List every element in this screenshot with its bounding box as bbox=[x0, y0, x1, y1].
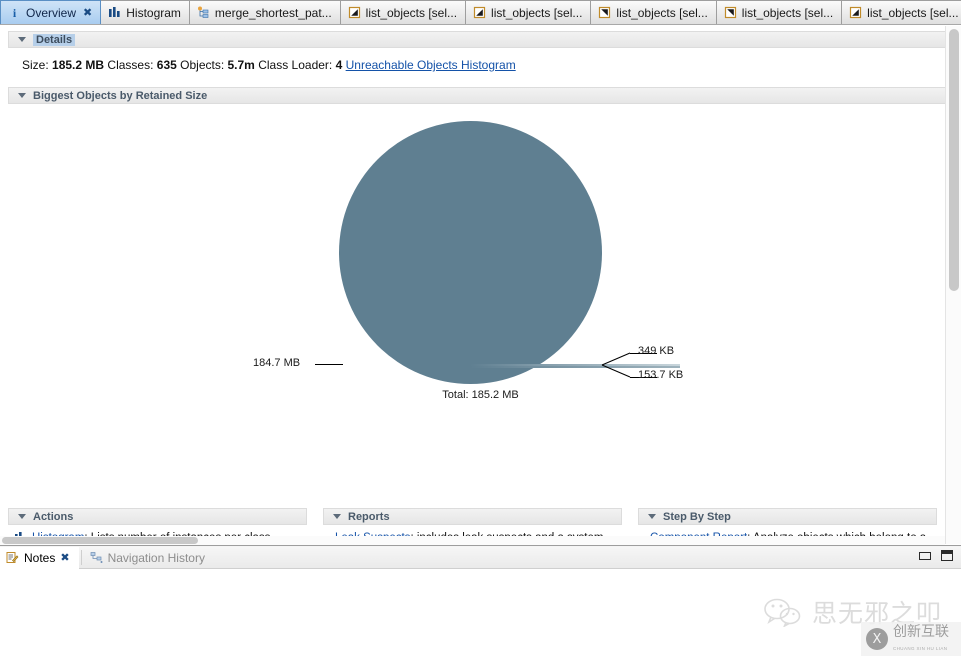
classloader-value: 4 bbox=[335, 58, 343, 72]
navigation-history-icon bbox=[90, 551, 103, 564]
pie-label-184-7-mb: 184.7 MB bbox=[253, 357, 301, 369]
collapse-twisty-icon[interactable] bbox=[648, 514, 656, 519]
tab-list-objects-4[interactable]: list_objects [sel... bbox=[715, 0, 843, 24]
details-header-label: Details bbox=[33, 33, 76, 46]
list-objects-icon bbox=[473, 6, 486, 19]
tab-label: Histogram bbox=[126, 5, 181, 20]
tab-list-objects-3[interactable]: list_objects [sel... bbox=[590, 0, 717, 24]
collapse-twisty-icon[interactable] bbox=[18, 93, 26, 98]
collapse-twisty-icon[interactable] bbox=[18, 514, 26, 519]
reports-header[interactable]: Reports bbox=[323, 508, 622, 525]
list-objects-icon bbox=[598, 6, 611, 19]
notes-text-area[interactable] bbox=[0, 569, 961, 656]
vertical-scrollbar-thumb[interactable] bbox=[949, 29, 959, 291]
notes-icon bbox=[6, 551, 19, 564]
pie-label-349-kb: 349 KB bbox=[638, 345, 675, 357]
actions-header-label: Actions bbox=[33, 510, 74, 523]
merge-paths-icon bbox=[197, 6, 210, 19]
actions-header[interactable]: Actions bbox=[8, 508, 307, 525]
tab-label: Overview bbox=[26, 5, 77, 20]
tab-divider bbox=[80, 550, 82, 565]
collapse-twisty-icon[interactable] bbox=[18, 37, 26, 42]
size-label: Size: bbox=[22, 58, 49, 72]
tab-list-objects-5[interactable]: list_objects [sel... bbox=[841, 0, 961, 24]
biggest-objects-section-header[interactable]: Biggest Objects by Retained Size bbox=[8, 87, 953, 104]
classloader-label: Class Loader: bbox=[258, 58, 333, 72]
bottom-tab-label: Notes bbox=[24, 550, 56, 565]
histogram-icon bbox=[108, 6, 121, 19]
step-by-step-header[interactable]: Step By Step bbox=[638, 508, 937, 525]
editor-tab-bar: i Overview ✖ Histogram merge_shortest_pa… bbox=[0, 0, 961, 25]
tab-label: merge_shortest_pat... bbox=[214, 5, 332, 20]
collapse-twisty-icon[interactable] bbox=[333, 514, 341, 519]
tab-label: list_objects [sel... bbox=[741, 5, 834, 20]
tab-label: list_objects [sel... bbox=[365, 5, 458, 20]
horizontal-scrollbar[interactable] bbox=[0, 536, 945, 545]
bottom-view-stack: Notes ✖ Navigation History bbox=[0, 546, 961, 656]
list-objects-icon bbox=[724, 6, 737, 19]
tab-overview[interactable]: i Overview ✖ bbox=[0, 0, 102, 24]
details-summary-line: Size: 185.2 MB Classes: 635 Objects: 5.7… bbox=[0, 48, 961, 72]
pie-main-slice bbox=[339, 121, 602, 384]
overview-editor: Details Size: 185.2 MB Classes: 635 Obje… bbox=[0, 25, 961, 546]
tab-histogram[interactable]: Histogram bbox=[100, 0, 190, 24]
tab-notes[interactable]: Notes ✖ bbox=[0, 546, 79, 569]
unreachable-objects-histogram-link[interactable]: Unreachable Objects Histogram bbox=[346, 58, 516, 72]
pie-total-label: Total: 185.2 MB bbox=[442, 389, 519, 401]
list-objects-icon bbox=[348, 6, 361, 19]
vertical-scrollbar[interactable] bbox=[945, 26, 961, 544]
minimize-icon[interactable] bbox=[919, 551, 931, 560]
bottom-tab-label: Navigation History bbox=[107, 550, 205, 565]
close-icon[interactable]: ✖ bbox=[83, 7, 92, 18]
maximize-icon[interactable] bbox=[941, 550, 953, 561]
biggest-objects-header-label: Biggest Objects by Retained Size bbox=[33, 89, 208, 102]
tab-list-objects-2[interactable]: list_objects [sel... bbox=[465, 0, 592, 24]
bottom-tab-bar: Notes ✖ Navigation History bbox=[0, 546, 961, 569]
close-icon[interactable]: ✖ bbox=[60, 551, 69, 564]
svg-text:i: i bbox=[13, 6, 17, 19]
objects-label: Objects: bbox=[180, 58, 225, 72]
objects-value: 5.7m bbox=[227, 58, 255, 72]
retained-size-pie-chart[interactable]: 184.7 MB 349 KB 153.7 KB Total: 185.2 MB bbox=[0, 106, 961, 451]
tab-merge-shortest-paths[interactable]: merge_shortest_pat... bbox=[188, 0, 341, 24]
mat-overview-window: i Overview ✖ Histogram merge_shortest_pa… bbox=[0, 0, 961, 656]
pie-label-153-7-kb: 153.7 KB bbox=[638, 369, 684, 381]
list-objects-icon bbox=[849, 6, 862, 19]
tab-label: list_objects [sel... bbox=[867, 5, 959, 20]
step-by-step-header-label: Step By Step bbox=[663, 510, 731, 523]
tab-label: list_objects [sel... bbox=[616, 5, 708, 20]
tab-navigation-history[interactable]: Navigation History bbox=[84, 547, 214, 569]
horizontal-scrollbar-thumb[interactable] bbox=[2, 537, 198, 544]
details-section-header[interactable]: Details bbox=[8, 31, 953, 48]
classes-label: Classes: bbox=[107, 58, 154, 72]
reports-header-label: Reports bbox=[348, 510, 390, 523]
size-value: 185.2 MB bbox=[52, 58, 105, 72]
tab-label: list_objects [sel... bbox=[491, 5, 583, 20]
classes-value: 635 bbox=[156, 58, 177, 72]
info-icon: i bbox=[8, 6, 21, 20]
view-window-controls bbox=[919, 550, 953, 561]
leader-line-left bbox=[315, 364, 343, 365]
tab-list-objects-1[interactable]: list_objects [sel... bbox=[339, 0, 467, 24]
